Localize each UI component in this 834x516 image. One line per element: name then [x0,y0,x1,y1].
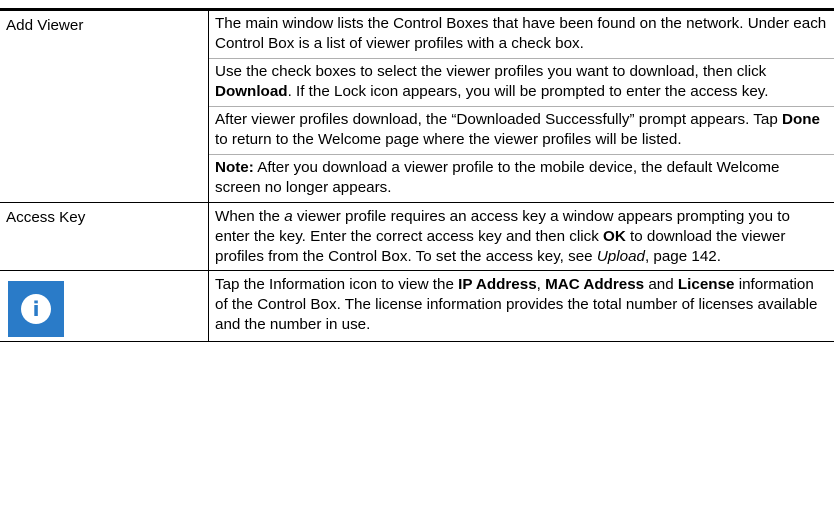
row-label-text: Access Key [6,209,86,226]
description-paragraph: Tap the Information icon to view the IP … [209,271,834,338]
license-term: License [677,276,735,293]
feature-table: Add Viewer The main window lists the Con… [0,8,834,342]
paragraph-text: and [644,276,678,293]
info-icon: i [8,281,64,337]
note-paragraph: Note: After you download a viewer profil… [209,155,834,202]
table-row-add-viewer: Add Viewer The main window lists the Con… [0,9,834,203]
table-row-information: i Tap the Information icon to view the I… [0,270,834,342]
row-description: Tap the Information icon to view the IP … [208,270,834,342]
paragraph-text: After you download a viewer profile to t… [215,159,780,196]
description-paragraph: Use the check boxes to select the viewer… [209,59,834,107]
mac-address-term: MAC Address [545,276,645,293]
paragraph-text: Tap the Information icon to view the [215,276,459,293]
row-description: When the a viewer profile requires an ac… [208,202,834,271]
done-term: Done [782,111,820,128]
ip-address-term: IP Address [458,276,537,293]
paragraph-text: . If the Lock icon appears, you will be … [287,83,769,100]
italic-term: a [284,208,293,225]
row-label: i [0,270,209,342]
paragraph-text: , page 142. [644,248,721,265]
row-description: The main window lists the Control Boxes … [208,9,834,203]
paragraph-text: , [536,276,546,293]
upload-reference: Upload [596,248,645,265]
row-label: Add Viewer [0,9,209,203]
row-label: Access Key [0,202,209,271]
paragraph-text: The main window lists the Control Boxes … [215,15,827,52]
paragraph-text: When the [215,208,285,225]
table-row-access-key: Access Key When the a viewer profile req… [0,202,834,271]
description-paragraph: When the a viewer profile requires an ac… [209,203,834,270]
paragraph-text: After viewer profiles download, the “Dow… [215,111,783,128]
paragraph-text: to return to the Welcome page where the … [215,131,682,148]
info-icon-glyph: i [21,294,51,324]
download-term: Download [215,83,288,100]
ok-term: OK [603,228,626,245]
description-paragraph: After viewer profiles download, the “Dow… [209,107,834,155]
paragraph-text: Use the check boxes to select the viewer… [215,63,767,80]
description-paragraph: The main window lists the Control Boxes … [209,11,834,59]
row-label-text: Add Viewer [6,17,84,34]
note-label: Note: [215,159,254,176]
